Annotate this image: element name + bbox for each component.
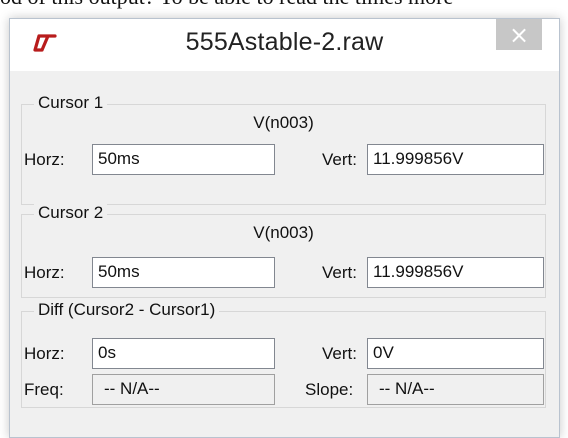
window-title: 555Astable-2.raw [185,28,384,56]
cursor1-vert-label: Vert: [322,150,357,169]
cursor-readout-dialog: 555Astable-2.raw × Cursor 1 V(n003) Horz… [9,18,560,438]
background-document-text: od of this output? To be able to read th… [0,0,568,10]
cursor1-horz-label: Horz: [24,150,65,169]
close-icon: × [508,20,530,49]
diff-horz-label: Horz: [24,344,65,363]
diff-slope-field[interactable]: -- N/A-- [367,374,544,405]
diff-horz-field[interactable]: 0s [92,338,275,369]
cursor2-horz-field[interactable]: 50ms [92,257,275,288]
close-button[interactable]: × [496,19,542,50]
cursor2-vert-field[interactable]: 11.999856V [367,257,544,288]
cursor2-horz-label: Horz: [24,263,65,282]
title-bar[interactable]: 555Astable-2.raw × [10,19,559,71]
diff-vert-label: Vert: [322,344,357,363]
cursor2-vert-label: Vert: [322,263,357,282]
diff-group: Diff (Cursor2 - Cursor1) Horz: 0s Vert: … [21,300,546,408]
cursor2-legend: Cursor 2 [34,203,108,223]
cursor2-trace-name: V(n003) [253,223,314,242]
cursor1-vert-field[interactable]: 11.999856V [367,144,544,175]
cursor1-legend: Cursor 1 [34,93,108,113]
diff-vert-field[interactable]: 0V [367,338,544,369]
cursor1-trace-name: V(n003) [253,113,314,132]
cursor2-group: Cursor 2 V(n003) Horz: 50ms Vert: 11.999… [21,203,546,298]
cursor1-group: Cursor 1 V(n003) Horz: 50ms Vert: 11.999… [21,93,546,205]
cursor1-horz-field[interactable]: 50ms [92,144,275,175]
diff-freq-field[interactable]: -- N/A-- [92,374,275,405]
diff-slope-label: Slope: [305,380,354,399]
diff-freq-label: Freq: [24,380,64,399]
diff-legend: Diff (Cursor2 - Cursor1) [34,300,220,320]
